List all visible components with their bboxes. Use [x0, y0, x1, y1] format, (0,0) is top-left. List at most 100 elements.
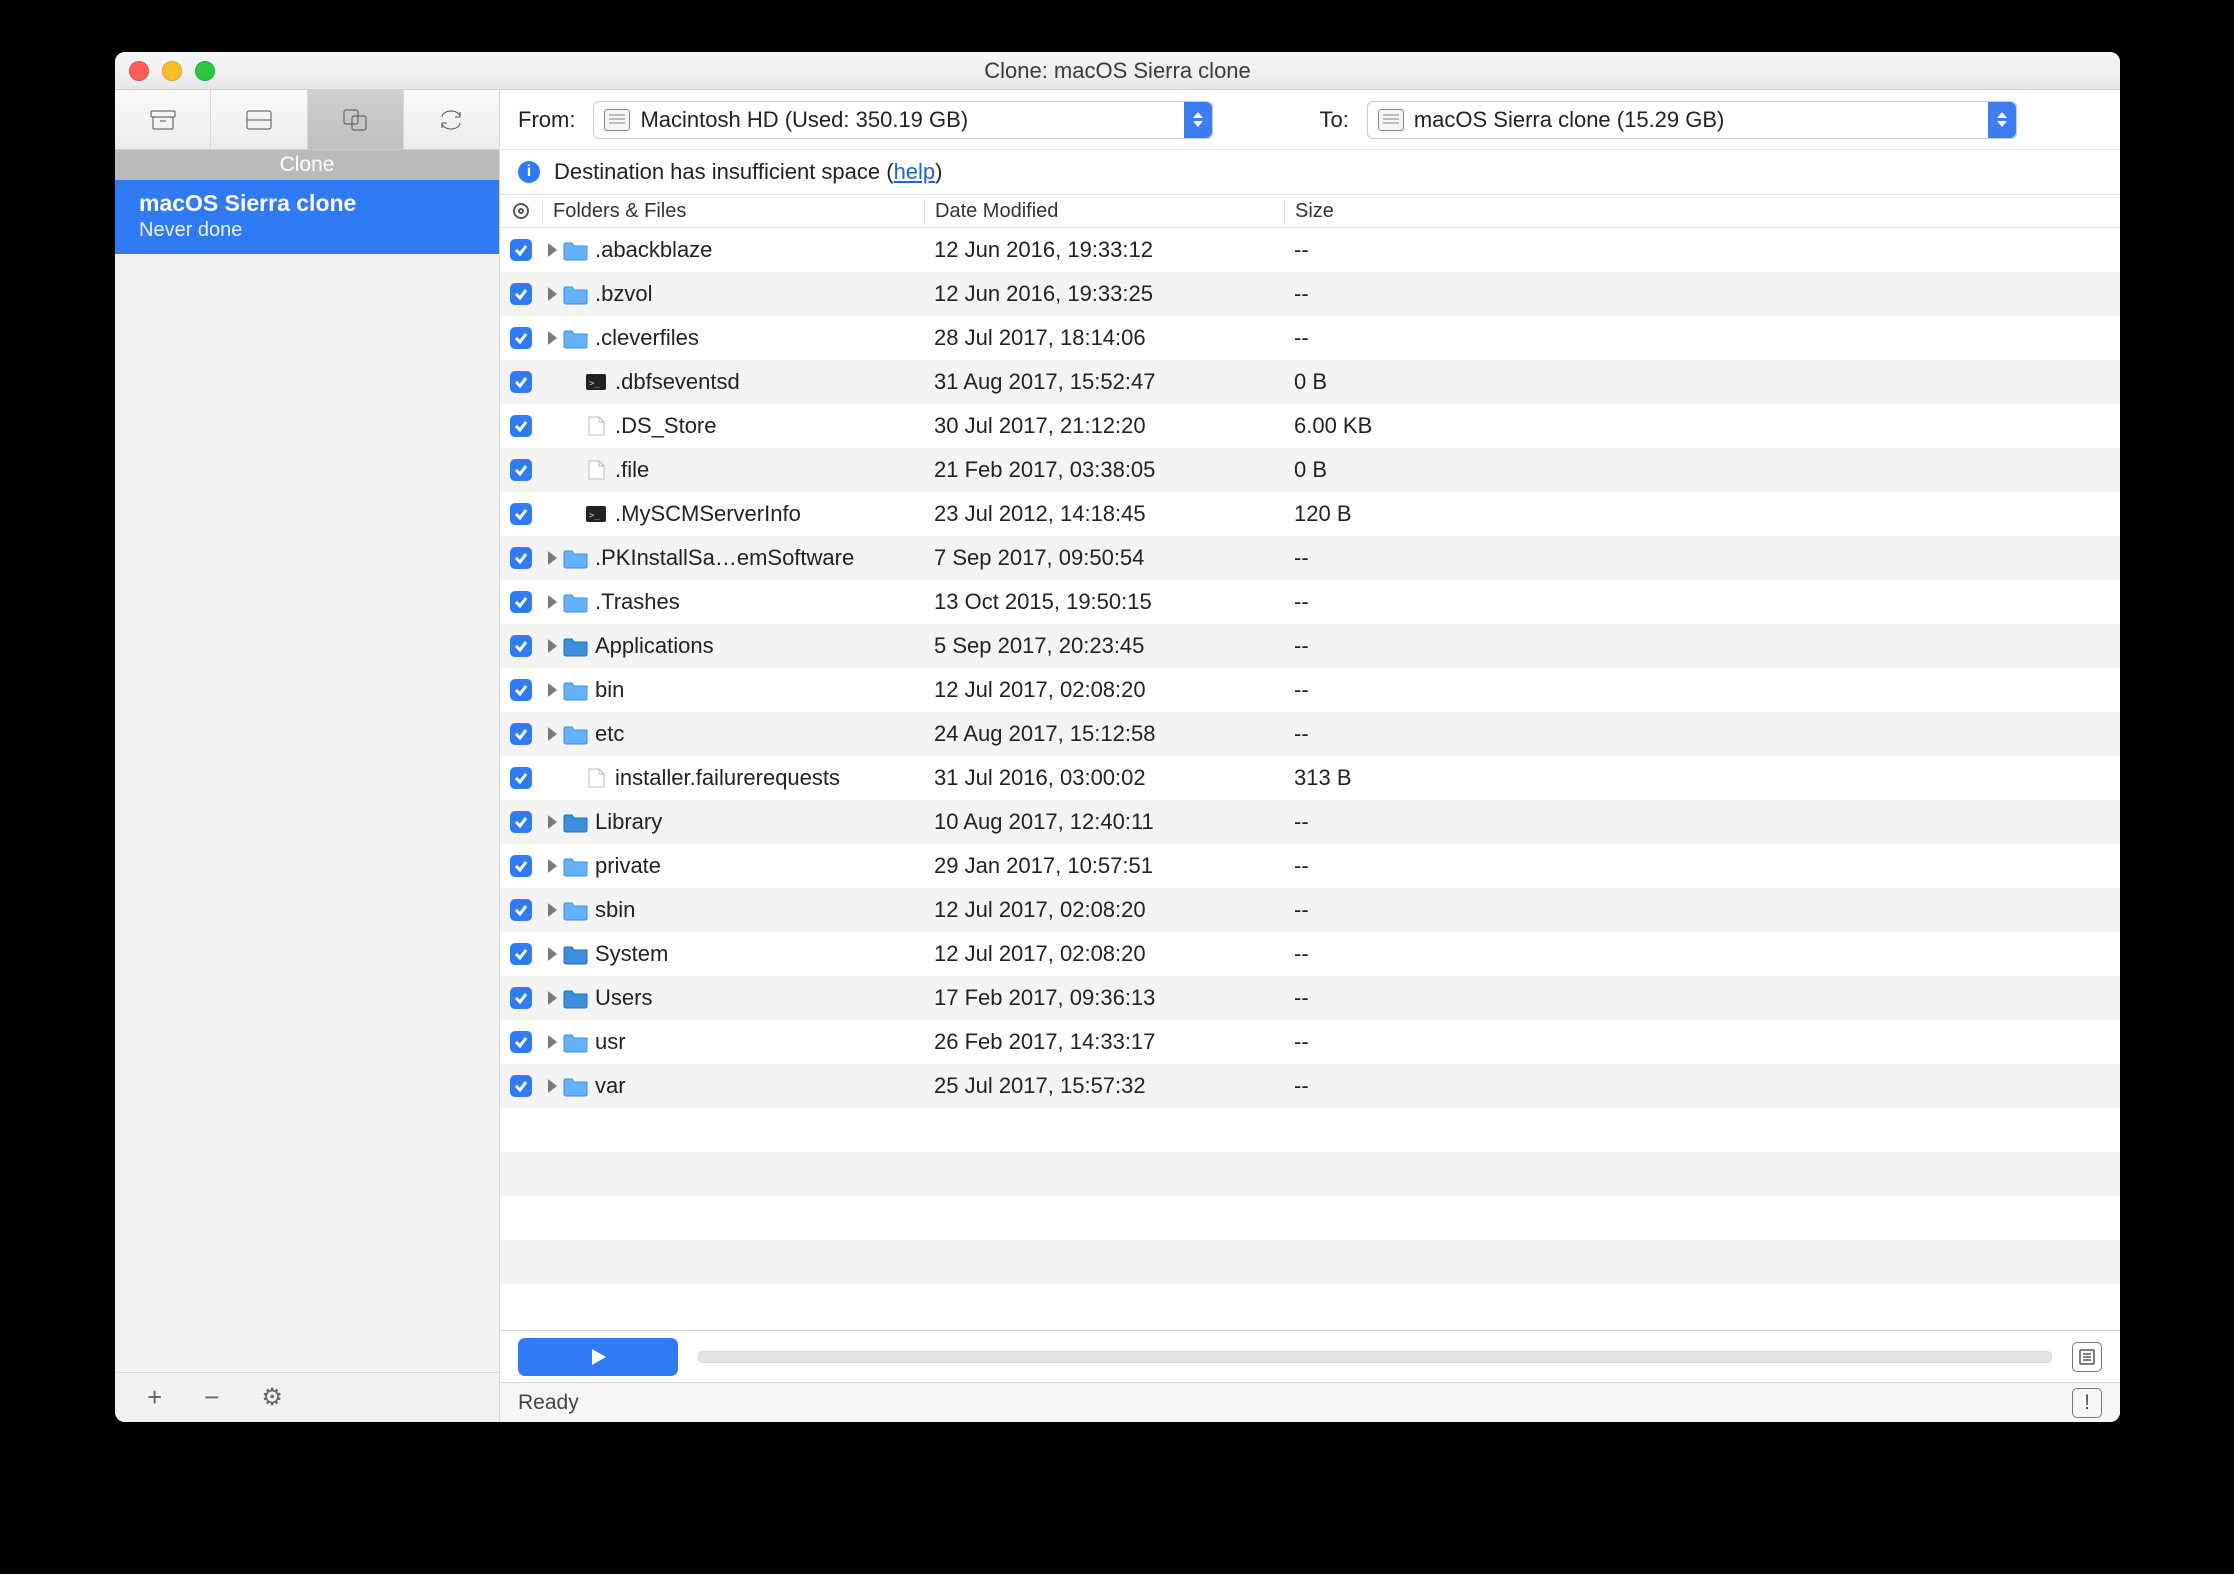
- disclosure-triangle-icon[interactable]: [548, 815, 557, 829]
- sidebar-toolbar: [115, 90, 499, 150]
- table-row[interactable]: Applications5 Sep 2017, 20:23:45--: [500, 624, 2120, 668]
- to-volume-select[interactable]: macOS Sierra clone (15.29 GB): [1367, 101, 2017, 139]
- file-name: bin: [595, 677, 624, 703]
- column-header-name[interactable]: Folders & Files: [542, 200, 924, 223]
- row-checkbox[interactable]: [510, 899, 532, 921]
- run-bar: [500, 1330, 2120, 1382]
- table-row[interactable]: etc24 Aug 2017, 15:12:58--: [500, 712, 2120, 756]
- disclosure-triangle-icon[interactable]: [548, 287, 557, 301]
- table-row[interactable]: .PKInstallSa…emSoftware7 Sep 2017, 09:50…: [500, 536, 2120, 580]
- table-row[interactable]: Users17 Feb 2017, 09:36:13--: [500, 976, 2120, 1020]
- file-size: --: [1284, 677, 1474, 703]
- log-button[interactable]: [2072, 1342, 2102, 1372]
- minimize-window-button[interactable]: [162, 61, 182, 81]
- row-checkbox[interactable]: [510, 239, 532, 261]
- file-name: var: [595, 1073, 626, 1099]
- table-row[interactable]: sbin12 Jul 2017, 02:08:20--: [500, 888, 2120, 932]
- help-link[interactable]: help: [894, 159, 936, 184]
- table-row[interactable]: bin12 Jul 2017, 02:08:20--: [500, 668, 2120, 712]
- file-size: --: [1284, 809, 1474, 835]
- table-row[interactable]: private29 Jan 2017, 10:57:51--: [500, 844, 2120, 888]
- select-all-header[interactable]: [500, 203, 542, 219]
- sidebar-tool-clone[interactable]: [308, 90, 404, 149]
- settings-gear-icon[interactable]: ⚙: [261, 1383, 283, 1412]
- table-row[interactable]: >_.MySCMServerInfo23 Jul 2012, 14:18:451…: [500, 492, 2120, 536]
- file-size: --: [1284, 633, 1474, 659]
- file-size: 120 B: [1284, 501, 1474, 527]
- row-checkbox[interactable]: [510, 547, 532, 569]
- table-body[interactable]: .abackblaze12 Jun 2016, 19:33:12--.bzvol…: [500, 228, 2120, 1330]
- row-checkbox[interactable]: [510, 503, 532, 525]
- table-row[interactable]: [500, 1108, 2120, 1152]
- table-row[interactable]: .bzvol12 Jun 2016, 19:33:25--: [500, 272, 2120, 316]
- row-checkbox[interactable]: [510, 943, 532, 965]
- window-title: Clone: macOS Sierra clone: [115, 58, 2120, 84]
- row-checkbox[interactable]: [510, 591, 532, 613]
- row-checkbox[interactable]: [510, 327, 532, 349]
- row-checkbox[interactable]: [510, 371, 532, 393]
- table-row[interactable]: .DS_Store30 Jul 2017, 21:12:206.00 KB: [500, 404, 2120, 448]
- from-label: From:: [518, 107, 575, 133]
- disclosure-triangle-icon[interactable]: [548, 595, 557, 609]
- disclosure-triangle-icon[interactable]: [548, 1035, 557, 1049]
- disclosure-triangle-icon[interactable]: [548, 683, 557, 697]
- row-checkbox[interactable]: [510, 723, 532, 745]
- table-row[interactable]: Library10 Aug 2017, 12:40:11--: [500, 800, 2120, 844]
- table-row[interactable]: System12 Jul 2017, 02:08:20--: [500, 932, 2120, 976]
- sidebar-task-item[interactable]: macOS Sierra clone Never done: [115, 180, 499, 254]
- row-checkbox[interactable]: [510, 679, 532, 701]
- table-row[interactable]: .file21 Feb 2017, 03:38:050 B: [500, 448, 2120, 492]
- row-checkbox[interactable]: [510, 811, 532, 833]
- table-row[interactable]: usr26 Feb 2017, 14:33:17--: [500, 1020, 2120, 1064]
- table-row[interactable]: [500, 1240, 2120, 1284]
- zoom-window-button[interactable]: [195, 61, 215, 81]
- disclosure-triangle-icon[interactable]: [548, 727, 557, 741]
- disclosure-triangle-icon[interactable]: [548, 947, 557, 961]
- row-checkbox[interactable]: [510, 635, 532, 657]
- sidebar-tool-panel[interactable]: [211, 90, 307, 149]
- disclosure-triangle-icon[interactable]: [548, 551, 557, 565]
- file-date: 25 Jul 2017, 15:57:32: [924, 1073, 1284, 1099]
- remove-task-button[interactable]: −: [204, 1382, 219, 1413]
- sidebar-tool-archive[interactable]: [115, 90, 211, 149]
- alert-button[interactable]: !: [2072, 1388, 2102, 1418]
- table-row[interactable]: .Trashes13 Oct 2015, 19:50:15--: [500, 580, 2120, 624]
- disclosure-triangle-icon[interactable]: [548, 243, 557, 257]
- table-row[interactable]: installer.failurerequests31 Jul 2016, 03…: [500, 756, 2120, 800]
- disclosure-triangle-icon[interactable]: [548, 991, 557, 1005]
- sidebar-section-label: Clone: [115, 150, 499, 180]
- table-row[interactable]: [500, 1196, 2120, 1240]
- row-checkbox[interactable]: [510, 283, 532, 305]
- file-name: sbin: [595, 897, 635, 923]
- file-date: 24 Aug 2017, 15:12:58: [924, 721, 1284, 747]
- table-row[interactable]: .abackblaze12 Jun 2016, 19:33:12--: [500, 228, 2120, 272]
- close-window-button[interactable]: [129, 61, 149, 81]
- titlebar: Clone: macOS Sierra clone: [115, 52, 2120, 90]
- file-date: 10 Aug 2017, 12:40:11: [924, 809, 1284, 835]
- run-button[interactable]: [518, 1338, 678, 1376]
- source-destination-bar: From: Macintosh HD (Used: 350.19 GB) To:…: [500, 90, 2120, 150]
- table-row[interactable]: >_.dbfseventsd31 Aug 2017, 15:52:470 B: [500, 360, 2120, 404]
- row-checkbox[interactable]: [510, 767, 532, 789]
- row-checkbox[interactable]: [510, 1075, 532, 1097]
- row-checkbox[interactable]: [510, 1031, 532, 1053]
- row-checkbox[interactable]: [510, 855, 532, 877]
- column-header-size[interactable]: Size: [1284, 200, 1474, 223]
- table-row[interactable]: var25 Jul 2017, 15:57:32--: [500, 1064, 2120, 1108]
- from-volume-select[interactable]: Macintosh HD (Used: 350.19 GB): [593, 101, 1213, 139]
- disclosure-triangle-icon[interactable]: [548, 859, 557, 873]
- disclosure-triangle-icon[interactable]: [548, 331, 557, 345]
- row-checkbox[interactable]: [510, 459, 532, 481]
- disclosure-triangle-icon[interactable]: [548, 903, 557, 917]
- row-checkbox[interactable]: [510, 415, 532, 437]
- sidebar-tool-sync[interactable]: [404, 90, 499, 149]
- table-row[interactable]: .cleverfiles28 Jul 2017, 18:14:06--: [500, 316, 2120, 360]
- disclosure-triangle-icon[interactable]: [548, 639, 557, 653]
- add-task-button[interactable]: +: [147, 1382, 162, 1413]
- file-name: .file: [615, 457, 649, 483]
- row-checkbox[interactable]: [510, 987, 532, 1009]
- file-date: 31 Jul 2016, 03:00:02: [924, 765, 1284, 791]
- disclosure-triangle-icon[interactable]: [548, 1079, 557, 1093]
- column-header-date[interactable]: Date Modified: [924, 200, 1284, 223]
- table-row[interactable]: [500, 1152, 2120, 1196]
